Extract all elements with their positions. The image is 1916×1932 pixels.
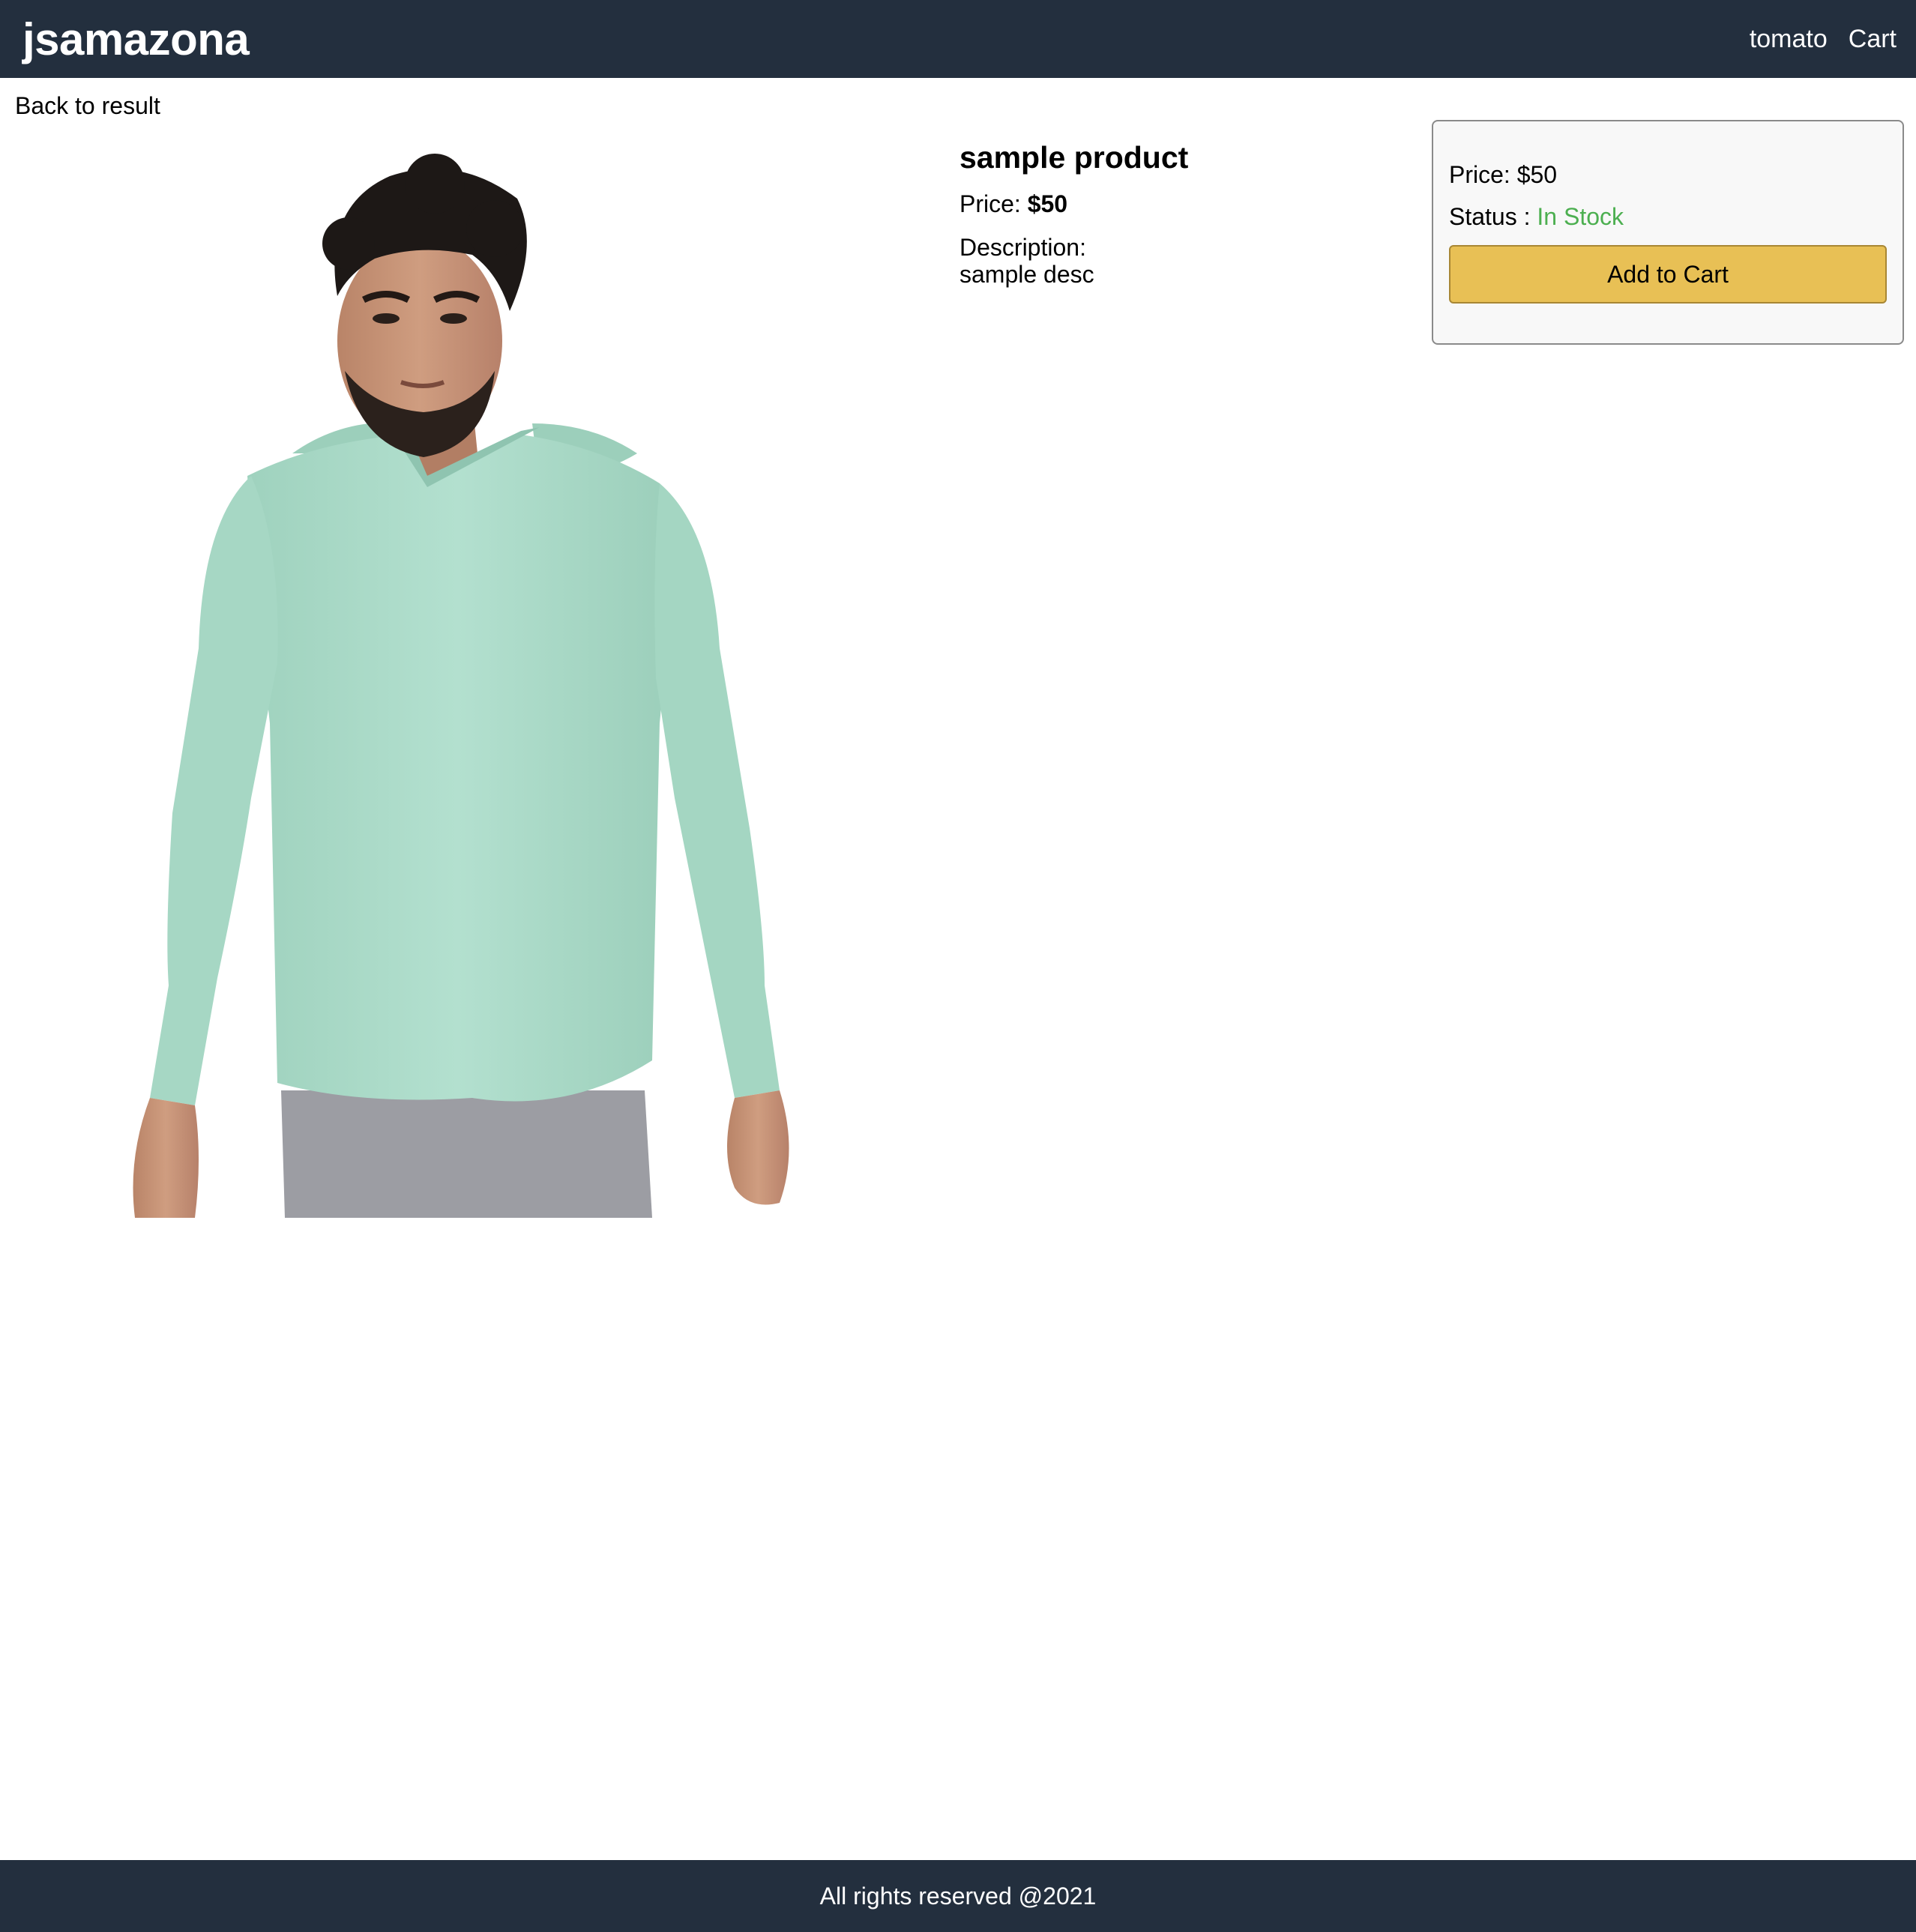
page-footer: All rights reserved @2021 — [0, 1860, 1916, 1932]
product-price: Price: $50 — [959, 190, 1379, 218]
purchase-price-label: Price: — [1449, 161, 1510, 188]
add-to-cart-button[interactable]: Add to Cart — [1449, 245, 1887, 304]
stock-status-value: In Stock — [1537, 203, 1624, 230]
back-to-result-link[interactable]: Back to result — [15, 91, 160, 120]
product-price-value: $50 — [1027, 190, 1068, 218]
product-image — [120, 124, 825, 1218]
brand-logo-link[interactable]: jsamazona — [22, 16, 250, 62]
purchase-card: Price: $50 Status : In Stock Add to Cart — [1432, 120, 1904, 345]
product-price-label: Price: — [959, 190, 1021, 218]
purchase-price: Price: $50 — [1449, 160, 1557, 189]
stock-status-label: Status : — [1449, 203, 1531, 230]
product-description-label: Description: — [959, 233, 1086, 261]
top-header: jsamazona tomato Cart — [0, 0, 1916, 78]
product-description: sample desc — [959, 260, 1094, 288]
nav-cart-link[interactable]: Cart — [1849, 26, 1897, 52]
footer-copyright: All rights reserved @2021 — [819, 1882, 1097, 1910]
nav-user-link[interactable]: tomato — [1750, 26, 1828, 52]
hoodie-model-illustration — [133, 154, 789, 1218]
top-nav: tomato Cart — [1729, 26, 1897, 52]
product-details: sample product Price: $50 Description: s… — [959, 139, 1379, 288]
product-title: sample product — [959, 140, 1189, 175]
purchase-price-value: $50 — [1516, 161, 1558, 188]
stock-status: Status : In Stock — [1449, 202, 1624, 231]
